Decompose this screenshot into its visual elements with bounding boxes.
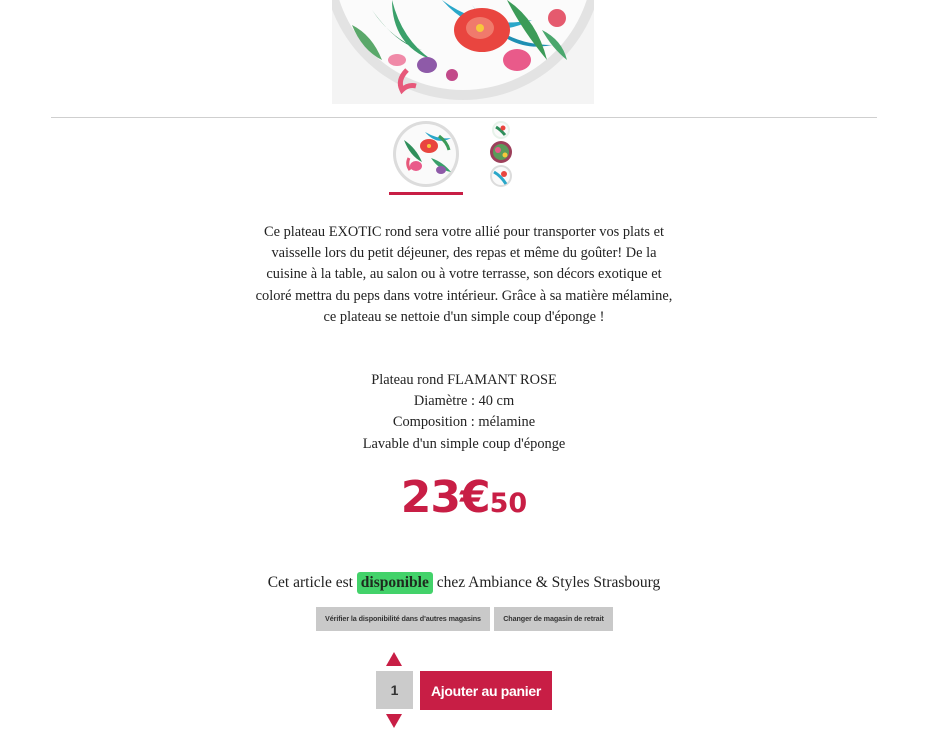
thumbnail-plate[interactable]: [389, 118, 463, 195]
thumbnail-strip: [389, 118, 529, 196]
check-other-stores-button[interactable]: Vérifier la disponibilité dans d'autres …: [316, 607, 490, 631]
price-euros: 23€: [400, 472, 491, 523]
change-store-button[interactable]: Changer de magasin de retrait: [494, 607, 613, 631]
product-price: 23€50: [0, 476, 928, 520]
quantity-stepper: [376, 652, 414, 730]
add-to-cart-button[interactable]: Ajouter au panier: [420, 671, 552, 710]
quantity-input[interactable]: [376, 671, 413, 709]
availability-line: Cet article est disponible chez Ambiance…: [0, 572, 928, 594]
thumbnail-plate-set[interactable]: [479, 118, 525, 192]
product-specs: Plateau rond FLAMANT ROSE Diamètre : 40 …: [250, 370, 678, 455]
spec-line: Lavable d'un simple coup d'éponge: [362, 435, 566, 452]
product-description: Ce plateau EXOTIC rond sera votre allié …: [250, 222, 678, 328]
store-buttons: Vérifier la disponibilité dans d'autres …: [316, 607, 613, 631]
quantity-decrease-icon[interactable]: [386, 714, 402, 728]
quantity-increase-icon[interactable]: [386, 652, 402, 666]
price-cents: 50: [489, 488, 528, 519]
description-text: Ce plateau EXOTIC rond sera votre allié …: [255, 224, 673, 325]
availability-suffix: chez Ambiance & Styles Strasbourg: [436, 574, 661, 591]
availability-badge: disponible: [356, 572, 433, 594]
spec-line: Diamètre : 40 cm: [413, 393, 515, 410]
spec-line: Composition : mélamine: [392, 414, 536, 431]
product-main-image: [332, 0, 594, 104]
availability-prefix: Cet article est: [267, 574, 353, 591]
spec-line: Plateau rond FLAMANT ROSE: [371, 372, 557, 388]
